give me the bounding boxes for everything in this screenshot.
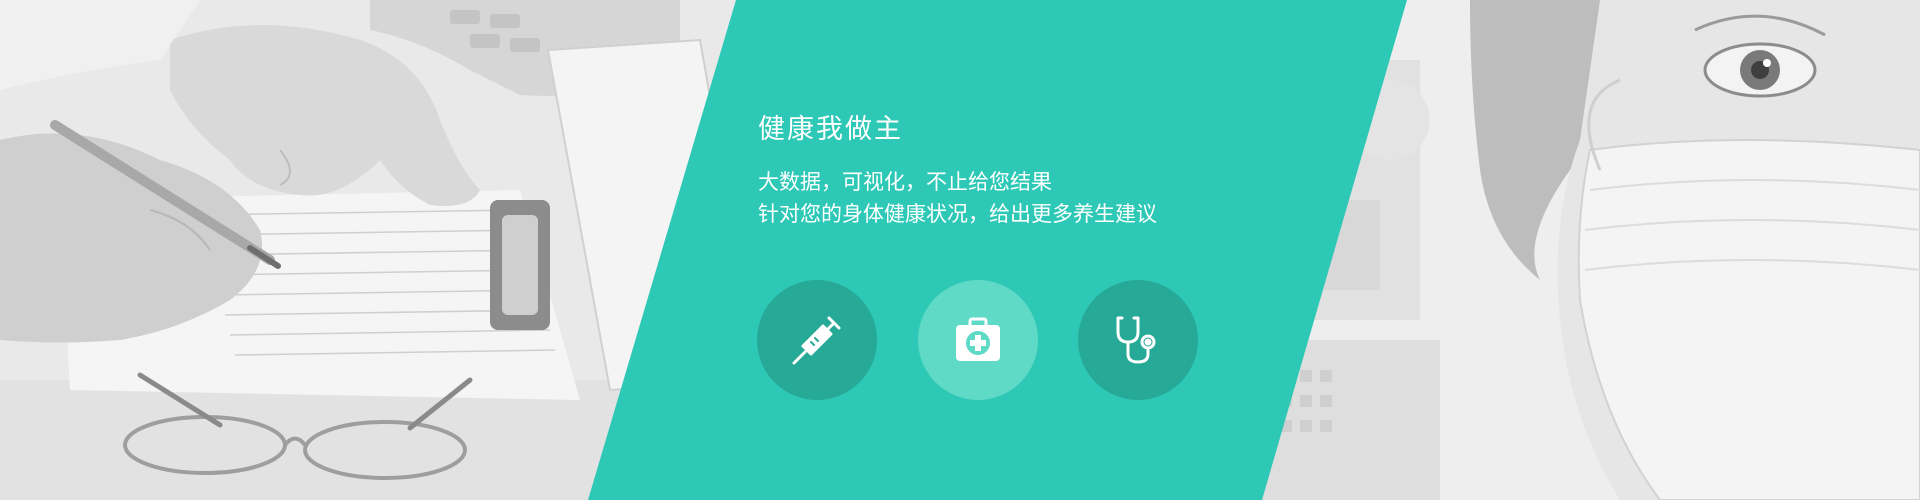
banner-line-2: 针对您的身体健康状况，给出更多养生建议 <box>758 202 1157 226</box>
stethoscope-icon <box>1108 310 1168 370</box>
banner-title: 健康我做主 <box>758 114 903 145</box>
hero-banner: 健康我做主 大数据，可视化，不止给您结果 针对您的身体健康状况，给出更多养生建议 <box>0 0 1920 500</box>
first-aid-kit-button[interactable] <box>918 280 1038 400</box>
first-aid-kit-icon <box>948 310 1008 370</box>
teal-panel <box>588 0 1407 500</box>
feature-icons <box>757 280 1198 400</box>
banner-line-1: 大数据，可视化，不止给您结果 <box>758 170 1052 194</box>
syringe-button[interactable] <box>757 280 877 400</box>
banner-text: 健康我做主 大数据，可视化，不止给您结果 针对您的身体健康状况，给出更多养生建议 <box>758 112 1278 230</box>
syringe-icon <box>787 310 847 370</box>
stethoscope-button[interactable] <box>1078 280 1198 400</box>
